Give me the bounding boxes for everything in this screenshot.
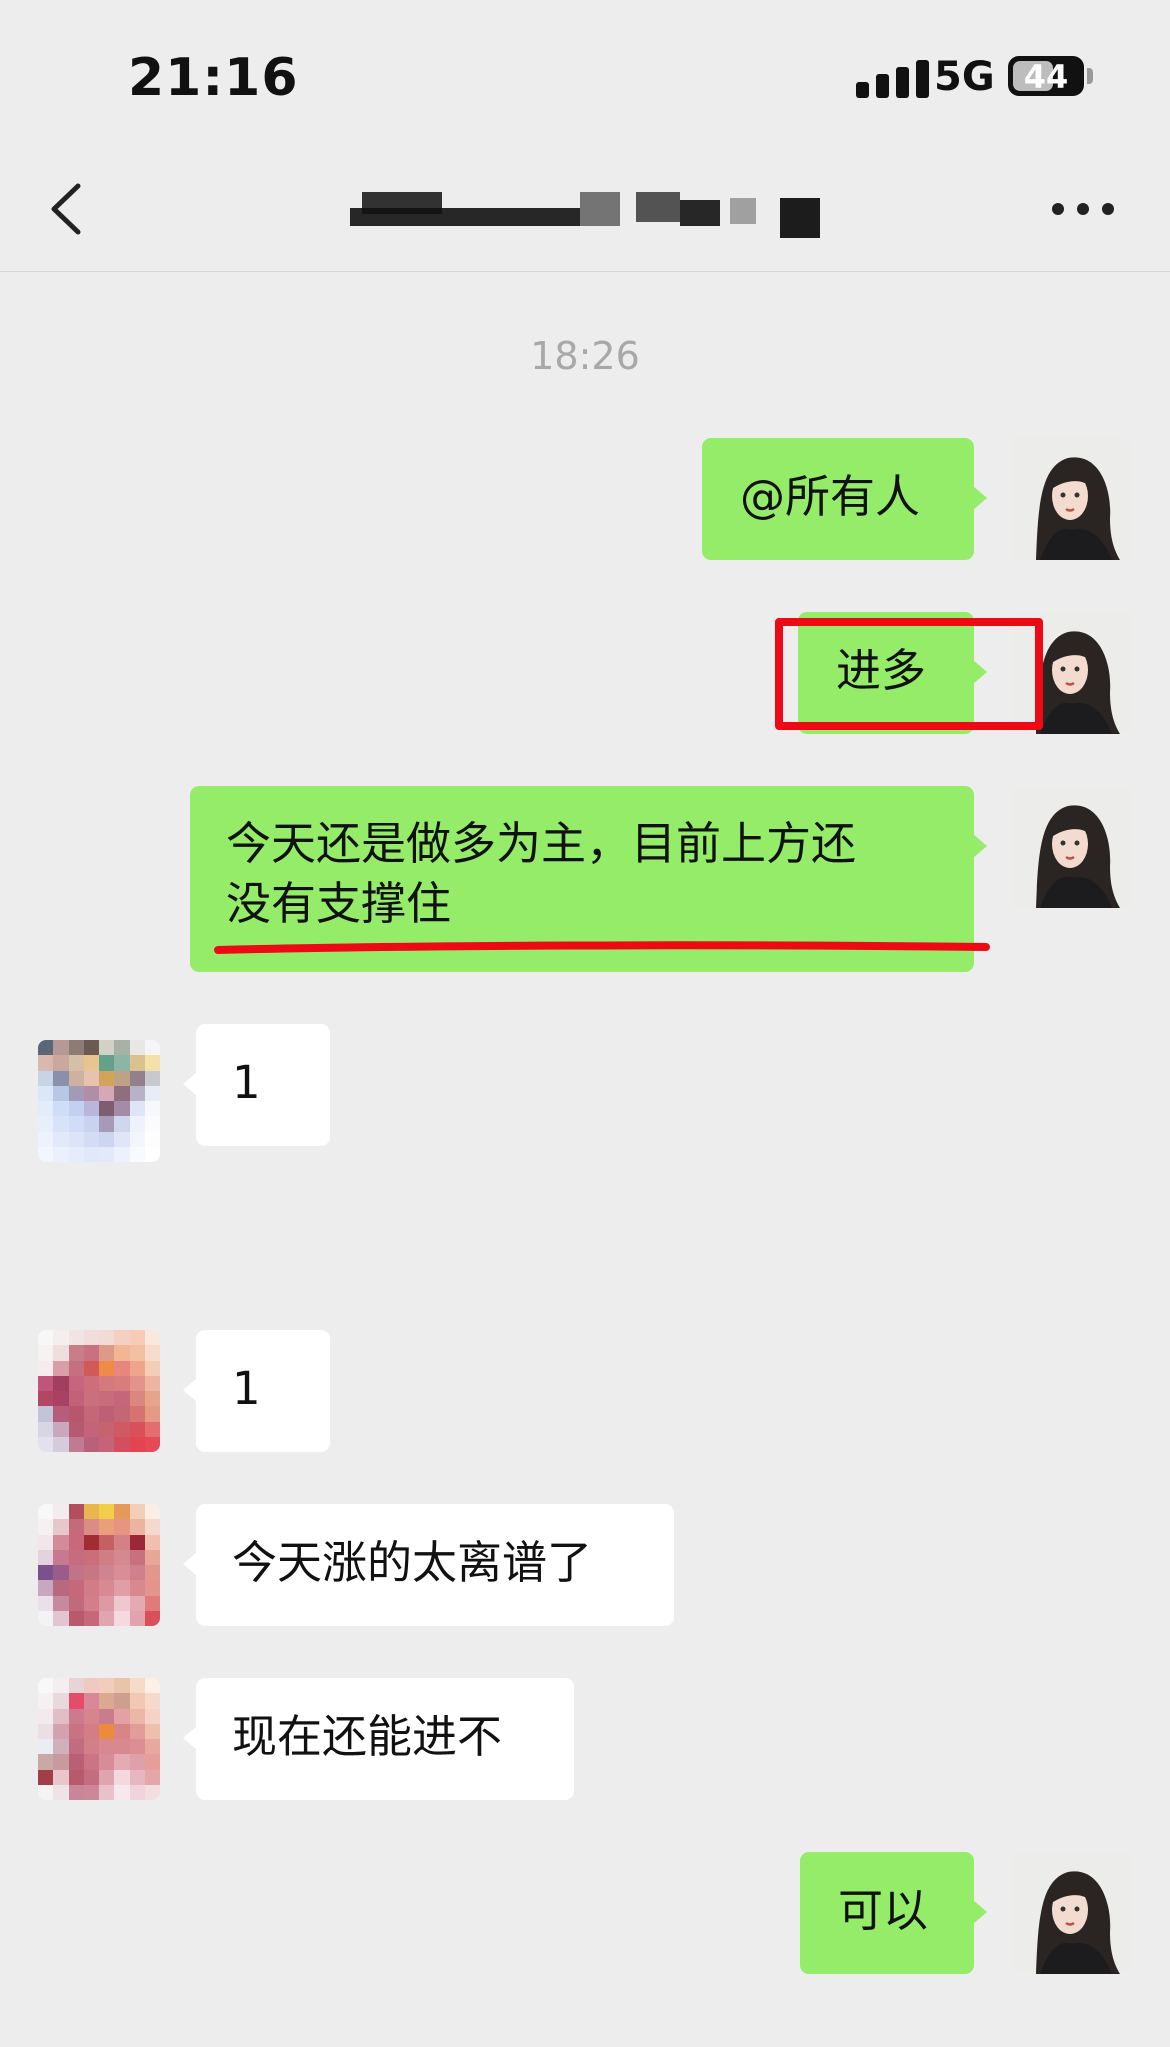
message-text: @所有人 [740,470,921,523]
message-text: 可以 [838,1884,929,1937]
member-avatar-pixelated[interactable] [38,1040,160,1162]
battery-cap [1087,68,1093,84]
chat-header [0,150,1170,272]
more-options-button[interactable] [1048,188,1118,228]
incoming-message[interactable]: 1 [183,1024,330,1146]
redacted-chat-title [340,178,840,248]
message-text: 今天涨的太离谱了 [232,1536,593,1589]
message-text: 1 [232,1362,261,1415]
my-avatar[interactable] [1010,786,1132,908]
message-text-line: 没有支撑住 [226,877,452,930]
red-underline-mark [214,941,990,954]
battery-level: 44 [1023,58,1069,96]
cellular-signal-icon [856,60,936,98]
member-avatar-pixelated[interactable] [38,1330,160,1452]
member-avatar-pixelated[interactable] [38,1678,160,1800]
battery-icon: 44 [1008,56,1084,96]
message-text: 1 [232,1056,261,1109]
message-text: 现在还能进不 [232,1710,503,1763]
red-highlight-box [775,618,1043,730]
member-avatar-pixelated[interactable] [38,1504,160,1626]
incoming-message[interactable]: 现在还能进不 [183,1678,574,1800]
network-type: 5G [934,54,995,100]
incoming-message[interactable]: 1 [183,1330,330,1452]
incoming-message[interactable]: 今天涨的太离谱了 [183,1504,674,1626]
chevron-left-icon [51,183,81,235]
status-bar: 21:16 5G 44 [0,0,1170,150]
my-avatar[interactable] [1010,1852,1132,1974]
outgoing-message[interactable]: @所有人 [702,438,987,560]
message-text-line: 今天还是做多为主，目前上方还 [226,817,857,870]
message-timestamp: 18:26 [530,334,640,378]
more-dots-icon [1052,203,1064,215]
outgoing-message[interactable]: 可以 [800,1852,987,1974]
status-time: 21:16 [128,48,299,108]
my-avatar[interactable] [1010,438,1132,560]
back-button[interactable] [40,176,100,242]
